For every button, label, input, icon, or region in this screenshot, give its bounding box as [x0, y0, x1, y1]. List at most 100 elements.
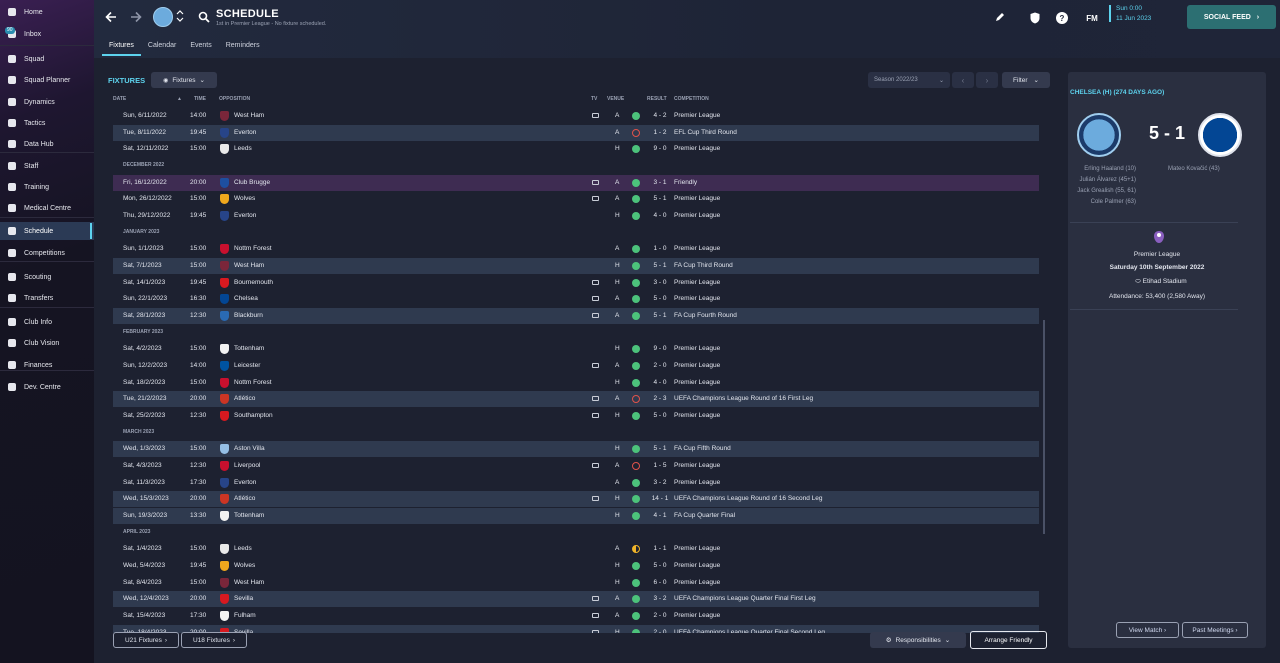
header-date[interactable]: DATE — [113, 96, 126, 102]
table-scrollbar[interactable] — [1043, 320, 1045, 534]
sidebar-item-squad-planner[interactable]: Squad Planner — [0, 71, 94, 89]
search-icon[interactable] — [198, 11, 210, 23]
season-selector[interactable]: Season 2022/23 ⌄ — [868, 72, 950, 88]
opposition-name[interactable]: Tottenham — [234, 512, 264, 519]
tab-reminders[interactable]: Reminders — [219, 40, 267, 56]
u18-fixtures-button[interactable]: U18 Fixtures › — [181, 632, 247, 648]
next-page-button[interactable]: › — [976, 72, 998, 88]
fixture-row[interactable]: Sat, 4/3/2023 12:30 Liverpool A 1 - 5 Premier… — [113, 458, 1039, 474]
sidebar-item-training[interactable]: Training — [0, 178, 94, 196]
opposition-name[interactable]: West Ham — [234, 579, 264, 586]
opposition-name[interactable]: West Ham — [234, 112, 264, 119]
opposition-name[interactable]: Tottenham — [234, 345, 264, 352]
fixture-row[interactable]: Thu, 29/12/2022 19:45 Everton H 4 - 0 Premier… — [113, 208, 1039, 224]
header-opposition[interactable]: OPPOSITION — [219, 96, 250, 102]
opposition-name[interactable]: Leicester — [234, 362, 260, 369]
fixture-row[interactable]: Sat, 12/11/2022 15:00 Leeds H 9 - 0 Premier L… — [113, 141, 1039, 157]
fixture-row[interactable]: Sat, 14/1/2023 19:45 Bournemouth H 3 - 0 Prem… — [113, 275, 1039, 291]
sidebar-item-schedule[interactable]: Schedule — [0, 222, 94, 240]
sidebar-item-transfers[interactable]: Transfers — [0, 289, 94, 307]
opposition-name[interactable]: Wolves — [234, 562, 255, 569]
opposition-name[interactable]: Everton — [234, 129, 256, 136]
sidebar-item-finances[interactable]: Finances — [0, 356, 94, 374]
fixture-row[interactable]: Sat, 7/1/2023 15:00 West Ham H 5 - 1 FA Cup T… — [113, 258, 1039, 275]
fixture-row[interactable]: Wed, 5/4/2023 19:45 Wolves H 5 - 0 Premier Le… — [113, 558, 1039, 574]
sidebar-item-club-info[interactable]: Club Info — [0, 313, 94, 331]
fixture-row[interactable]: Sat, 4/2/2023 15:00 Tottenham H 9 - 0 Premier… — [113, 341, 1039, 357]
social-feed-button[interactable]: SOCIAL FEED › — [1187, 5, 1276, 29]
opposition-name[interactable]: Chelsea — [234, 295, 258, 302]
header-result[interactable]: RESULT — [647, 96, 667, 102]
header-competition[interactable]: COMPETITION — [674, 96, 709, 102]
sidebar-item-scouting[interactable]: Scouting — [0, 268, 94, 286]
sidebar-item-dynamics[interactable]: Dynamics — [0, 93, 94, 111]
fixture-row[interactable]: Wed, 15/3/2023 20:00 Atlético H 14 - 1 UEFA C… — [113, 491, 1039, 508]
tab-calendar[interactable]: Calendar — [141, 40, 183, 56]
tab-fixtures[interactable]: Fixtures — [102, 40, 141, 56]
sidebar-item-medical-centre[interactable]: Medical Centre — [0, 199, 94, 217]
opposition-name[interactable]: Everton — [234, 479, 256, 486]
club-switcher-icon[interactable] — [176, 10, 184, 22]
opposition-name[interactable]: Leeds — [234, 145, 252, 152]
sidebar-item-club-vision[interactable]: Club Vision — [0, 334, 94, 352]
game-date[interactable]: Sun 0:00 11 Jun 2023 — [1109, 5, 1151, 22]
sidebar-item-tactics[interactable]: Tactics — [0, 114, 94, 132]
arrange-friendly-button[interactable]: Arrange Friendly — [970, 631, 1047, 649]
fixture-row[interactable]: Wed, 1/3/2023 15:00 Aston Villa H 5 - 1 FA Cu… — [113, 441, 1039, 458]
opposition-name[interactable]: Atlético — [234, 395, 255, 402]
forward-arrow-icon[interactable] — [129, 10, 143, 24]
sidebar-item-squad[interactable]: Squad — [0, 50, 94, 68]
opposition-name[interactable]: Leeds — [234, 545, 252, 552]
fixture-row[interactable]: Sat, 28/1/2023 12:30 Blackburn A 5 - 1 FA Cup… — [113, 308, 1039, 325]
responsibilities-button[interactable]: ⚙ Responsibilities ⌄ — [870, 632, 966, 648]
fixture-row[interactable]: Sat, 25/2/2023 12:30 Southampton H 5 - 0 Prem… — [113, 408, 1039, 424]
u21-fixtures-button[interactable]: U21 Fixtures › — [113, 632, 179, 648]
fixture-row[interactable]: Sat, 1/4/2023 15:00 Leeds A 1 - 1 Premier Lea… — [113, 541, 1039, 557]
opposition-name[interactable]: Fulham — [234, 612, 256, 619]
fm-menu-icon[interactable]: FM — [1085, 12, 1099, 24]
header-tv[interactable]: TV — [591, 96, 597, 102]
past-meetings-button[interactable]: Past Meetings › — [1182, 622, 1248, 638]
shield-icon[interactable] — [1029, 12, 1041, 24]
header-time[interactable]: TIME — [194, 96, 206, 102]
opposition-name[interactable]: Blackburn — [234, 312, 263, 319]
filter-button[interactable]: Filter ⌄ — [1002, 72, 1050, 88]
opposition-name[interactable]: Bournemouth — [234, 279, 273, 286]
opposition-name[interactable]: Aston Villa — [234, 445, 265, 452]
opposition-name[interactable]: Wolves — [234, 195, 255, 202]
view-match-button[interactable]: View Match › — [1116, 622, 1179, 638]
fixture-row[interactable]: Sun, 6/11/2022 14:00 West Ham A 4 - 2 Premier… — [113, 108, 1039, 124]
club-crest-icon[interactable] — [153, 7, 173, 27]
fixture-row[interactable]: Sat, 18/2/2023 15:00 Nottm Forest H 4 - 0 Pre… — [113, 375, 1039, 391]
opposition-name[interactable]: Nottm Forest — [234, 379, 272, 386]
back-arrow-icon[interactable] — [104, 10, 118, 24]
opposition-name[interactable]: Southampton — [234, 412, 273, 419]
fixture-row[interactable]: Mon, 26/12/2022 15:00 Wolves A 5 - 1 Premier … — [113, 191, 1039, 207]
sidebar-item-home[interactable]: Home — [0, 3, 94, 21]
header-venue[interactable]: VENUE — [607, 96, 624, 102]
fixture-row[interactable]: Sun, 22/1/2023 16:30 Chelsea A 5 - 0 Premier … — [113, 291, 1039, 307]
sidebar-item-data-hub[interactable]: Data Hub — [0, 135, 94, 153]
previous-page-button[interactable]: ‹ — [952, 72, 974, 88]
edit-icon[interactable] — [993, 12, 1005, 24]
fixture-row[interactable]: Wed, 12/4/2023 20:00 Sevilla A 3 - 2 UEFA Cha… — [113, 591, 1039, 608]
fixture-row[interactable]: Sun, 1/1/2023 15:00 Nottm Forest A 1 - 0 Prem… — [113, 241, 1039, 257]
fixture-row[interactable]: Sat, 8/4/2023 15:00 West Ham H 6 - 0 Premier … — [113, 575, 1039, 591]
fixture-row[interactable]: Sun, 12/2/2023 14:00 Leicester A 2 - 0 Premie… — [113, 358, 1039, 374]
opposition-name[interactable]: West Ham — [234, 262, 264, 269]
fixtures-view-dropdown[interactable]: ◉ Fixtures ⌄ — [151, 72, 217, 88]
fixture-row[interactable]: Sat, 11/3/2023 17:30 Everton A 3 - 2 Premier … — [113, 475, 1039, 491]
sidebar-item-competitions[interactable]: Competitions — [0, 244, 94, 262]
help-icon[interactable]: ? — [1056, 12, 1068, 24]
sort-ascending-icon[interactable]: ▲ — [177, 96, 182, 102]
sidebar-item-dev-centre[interactable]: Dev. Centre — [0, 378, 94, 396]
fixture-row[interactable]: Fri, 16/12/2022 20:00 Club Brugge A 3 - 1 Fri… — [113, 174, 1039, 191]
fixture-row[interactable]: Sun, 19/3/2023 13:30 Tottenham H 4 - 1 FA Cup… — [113, 508, 1039, 525]
fixture-row[interactable]: Sat, 15/4/2023 17:30 Fulham A 2 - 0 Premier L… — [113, 608, 1039, 624]
opposition-name[interactable]: Liverpool — [234, 462, 260, 469]
opposition-name[interactable]: Sevilla — [234, 595, 253, 602]
fixture-row[interactable]: Tue, 8/11/2022 19:45 Everton A 1 - 2 EFL Cup … — [113, 124, 1039, 141]
opposition-name[interactable]: Atlético — [234, 495, 255, 502]
opposition-name[interactable]: Nottm Forest — [234, 245, 272, 252]
sidebar-item-staff[interactable]: Staff — [0, 157, 94, 175]
